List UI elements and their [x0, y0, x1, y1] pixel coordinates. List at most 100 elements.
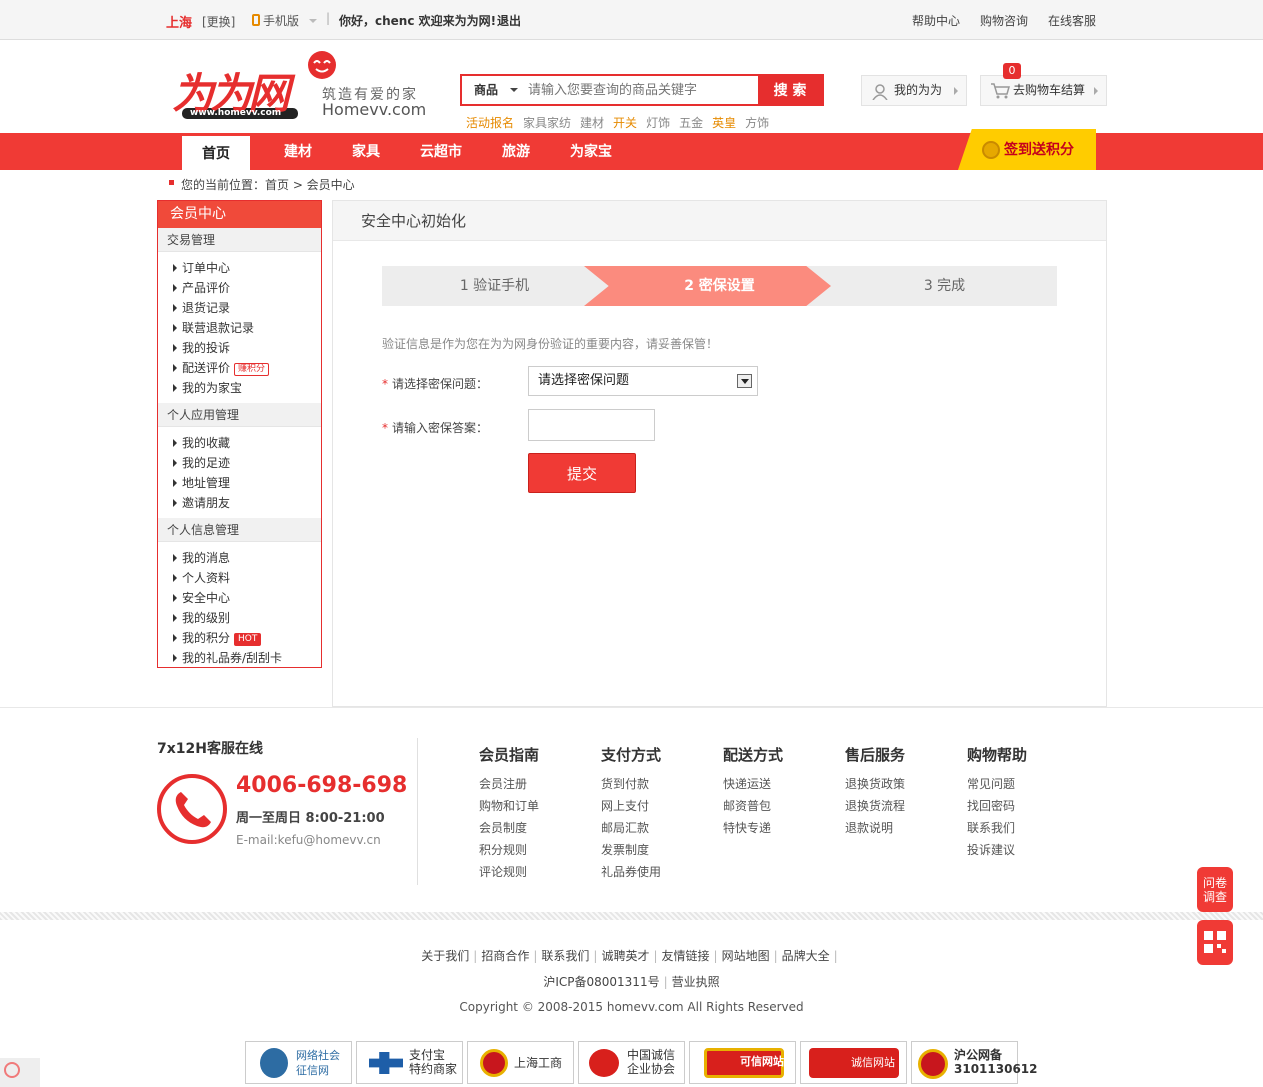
nav-item-building[interactable]: 建材	[284, 133, 312, 170]
help-center-link[interactable]: 帮助中心	[912, 12, 960, 29]
breadcrumb: 您的当前位置：首页 > 会员中心	[169, 176, 355, 193]
security-answer-input[interactable]	[528, 409, 655, 441]
footer-link[interactable]: 联系我们	[967, 819, 1027, 841]
sidebar-item-orders[interactable]: 订单中心	[158, 258, 321, 278]
cert-police-record[interactable]: 沪公网备 3101130612	[911, 1041, 1038, 1084]
search-button[interactable]: 搜 索	[758, 76, 822, 104]
footer-bottom-link[interactable]: 友情链接	[662, 949, 710, 963]
sidebar-item-label: 我的礼品券/刮刮卡	[182, 651, 283, 665]
footer-link[interactable]: 会员注册	[479, 775, 539, 797]
step-2-active: 2 密保设置	[684, 278, 755, 294]
footer-link[interactable]: 购物和订单	[479, 797, 539, 819]
online-service-link[interactable]: 在线客服	[1048, 12, 1096, 29]
footer-link[interactable]: 礼品券使用	[601, 863, 661, 885]
footer-link[interactable]: 邮局汇款	[601, 819, 661, 841]
footer-bottom-link[interactable]: 关于我们	[421, 949, 469, 963]
hotword-link[interactable]: 灯饰	[646, 116, 670, 130]
cert-alipay[interactable]: 支付宝 特约商家	[356, 1041, 463, 1084]
footer-link[interactable]: 退换货政策	[845, 775, 905, 797]
site-logo[interactable]: 为为网 www.homevv.com 筑造有爱的家 Homevv.com	[170, 50, 440, 122]
footer-link[interactable]: 会员制度	[479, 819, 539, 841]
search-input[interactable]	[528, 78, 752, 102]
signin-points-button[interactable]: 签到送积分	[958, 129, 1096, 170]
search-category-select[interactable]: 商品	[462, 76, 524, 104]
cert-credit-network[interactable]: 网络社会 征信网	[245, 1041, 352, 1084]
hotword-link[interactable]: 开关	[613, 116, 637, 130]
phone-icon	[252, 14, 260, 26]
footer-col-title: 配送方式	[723, 746, 784, 764]
sidebar-item-reviews[interactable]: 产品评价	[158, 278, 321, 298]
nav-item-home[interactable]: 首页	[182, 136, 250, 170]
footer-link[interactable]: 货到付款	[601, 775, 661, 797]
footer-link[interactable]: 投诉建议	[967, 841, 1027, 863]
footer-link[interactable]: 快递运送	[723, 775, 783, 797]
footer-link[interactable]: 网上支付	[601, 797, 661, 819]
corner-widget[interactable]	[0, 1058, 40, 1087]
search-bar: 商品 搜 索	[460, 74, 824, 106]
footer-link[interactable]: 特快专递	[723, 819, 783, 841]
hotword-link[interactable]: 家具家纺	[523, 116, 571, 130]
sidebar-item-delivery-review[interactable]: 配送评价 赚积分	[158, 358, 321, 378]
search-category-label: 商品	[474, 83, 499, 97]
footer-link[interactable]: 找回密码	[967, 797, 1027, 819]
hotword-link[interactable]: 活动报名	[466, 116, 514, 130]
nav-item-furniture[interactable]: 家具	[352, 133, 380, 170]
sidebar-item-weijiabao[interactable]: 我的为家宝	[158, 378, 321, 398]
logo-domain: Homevv.com	[322, 100, 427, 119]
sidebar-item-invite[interactable]: 邀请朋友	[158, 493, 321, 513]
nav-item-travel[interactable]: 旅游	[502, 133, 530, 170]
sidebar-item-security[interactable]: 安全中心	[158, 588, 321, 608]
license-link[interactable]: 营业执照	[672, 975, 720, 989]
footer-link[interactable]: 退换货流程	[845, 797, 905, 819]
emblem-icon	[589, 1049, 619, 1077]
sidebar-item-favorites[interactable]: 我的收藏	[158, 433, 321, 453]
cert-integrity-site[interactable]: 诚信网站	[800, 1041, 907, 1084]
survey-float-button[interactable]: 问卷 调查	[1197, 867, 1233, 912]
sidebar-item-returns[interactable]: 退货记录	[158, 298, 321, 318]
sidebar-item-addresses[interactable]: 地址管理	[158, 473, 321, 493]
sidebar-title: 会员中心	[158, 201, 321, 228]
footer-bottom-link[interactable]: 招商合作	[481, 949, 529, 963]
footer-bottom-link[interactable]: 联系我们	[541, 949, 589, 963]
hotword-link[interactable]: 方饰	[745, 116, 769, 130]
cert-shanghai-aic[interactable]: 上海工商	[467, 1041, 574, 1084]
icp-link[interactable]: 沪ICP备08001311号	[543, 975, 659, 989]
required-mark: *	[382, 377, 388, 391]
hotword-link[interactable]: 建材	[580, 116, 604, 130]
footer-bottom-link[interactable]: 网站地图	[722, 949, 770, 963]
cart-button[interactable]: 去购物车结算	[980, 75, 1107, 106]
footer-bottom-link[interactable]: 品牌大全	[782, 949, 830, 963]
shopping-consult-link[interactable]: 购物咨询	[980, 12, 1028, 29]
hotword-link[interactable]: 英皇	[712, 116, 736, 130]
mobile-version-link[interactable]: 手机版	[252, 12, 317, 29]
footer-link[interactable]: 评论规则	[479, 863, 539, 885]
top-bar: 上海 [更换] 手机版 | 你好，chenc 欢迎来为为网! 退出 帮助中心 购…	[0, 0, 1263, 40]
footer-link[interactable]: 退款说明	[845, 819, 905, 841]
cert-integrity-assoc[interactable]: 中国诚信 企业协会	[578, 1041, 685, 1084]
sidebar-item-refunds[interactable]: 联营退款记录	[158, 318, 321, 338]
footer-link[interactable]: 常见问题	[967, 775, 1027, 797]
footer-divider	[0, 912, 1263, 920]
footer-link[interactable]: 邮资普包	[723, 797, 783, 819]
logout-link[interactable]: 退出	[497, 12, 521, 29]
cert-trusted-site[interactable]: 可信网站	[689, 1041, 796, 1084]
submit-button[interactable]: 提交	[528, 453, 636, 493]
sidebar-item-messages[interactable]: 我的消息	[158, 548, 321, 568]
sidebar-item-points[interactable]: 我的积分 HOT	[158, 628, 321, 648]
footer-bottom-link[interactable]: 诚聘英才	[601, 949, 649, 963]
sidebar-item-complaints[interactable]: 我的投诉	[158, 338, 321, 358]
nav-item-supermarket[interactable]: 云超市	[420, 133, 462, 170]
sidebar-item-vouchers[interactable]: 我的礼品券/刮刮卡	[158, 648, 321, 668]
hotword-link[interactable]: 五金	[679, 116, 703, 130]
security-question-select[interactable]: 请选择密保问题	[528, 366, 758, 396]
footer-link[interactable]: 发票制度	[601, 841, 661, 863]
change-city-link[interactable]: [更换]	[202, 13, 235, 30]
my-account-button[interactable]: 我的为为	[861, 75, 967, 106]
sidebar-item-history[interactable]: 我的足迹	[158, 453, 321, 473]
nav-item-weijiabao[interactable]: 为家宝	[570, 133, 612, 170]
sidebar-item-level[interactable]: 我的级别	[158, 608, 321, 628]
sidebar-item-profile[interactable]: 个人资料	[158, 568, 321, 588]
qrcode-float-button[interactable]	[1197, 920, 1233, 965]
footer-link[interactable]: 积分规则	[479, 841, 539, 863]
step-indicator: 1 验证手机 2 密保设置 3 完成	[382, 266, 1057, 306]
